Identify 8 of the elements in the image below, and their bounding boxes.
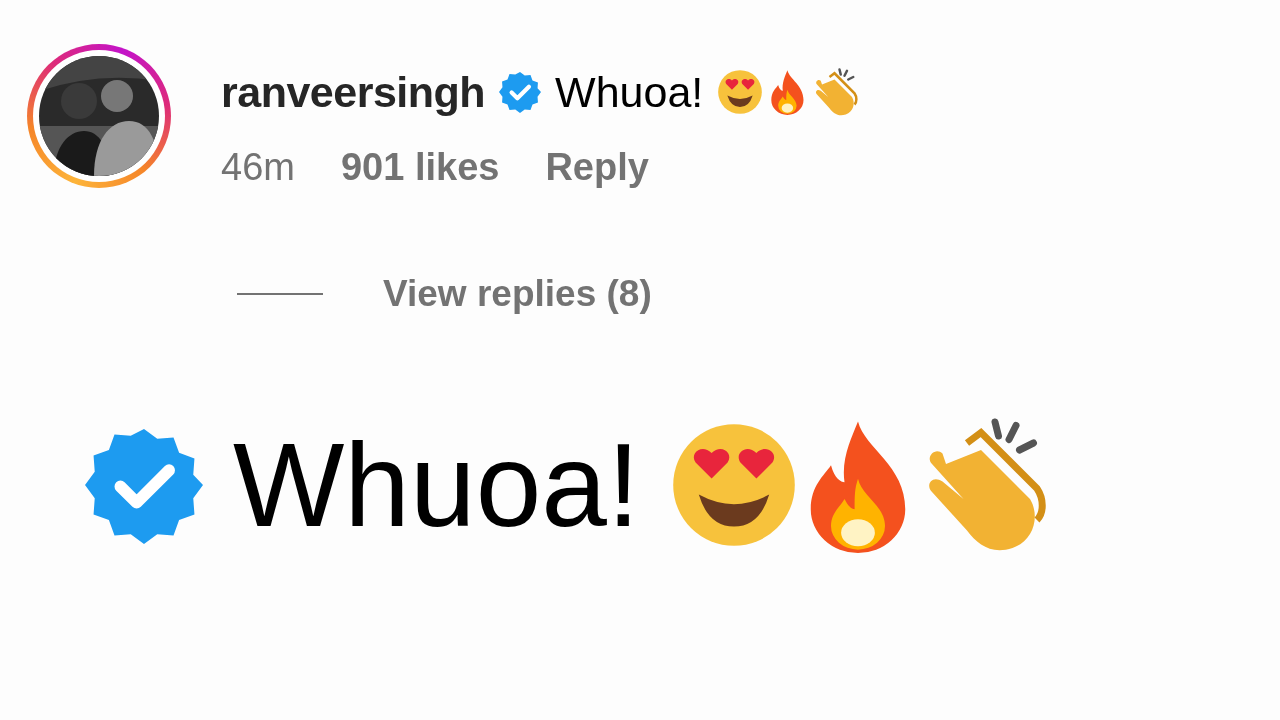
username[interactable]: ranveersingh xyxy=(221,67,486,117)
view-replies-button[interactable]: View replies (8) xyxy=(383,273,652,315)
likes-count[interactable]: 901 likes xyxy=(340,146,500,189)
comment-time: 46m xyxy=(221,146,295,189)
reply-button[interactable]: Reply xyxy=(545,146,649,189)
comment-text: Whuoa! xyxy=(555,67,704,117)
comment-text: Whuoa! xyxy=(233,418,640,553)
heart-eyes-face-icon xyxy=(717,69,764,115)
